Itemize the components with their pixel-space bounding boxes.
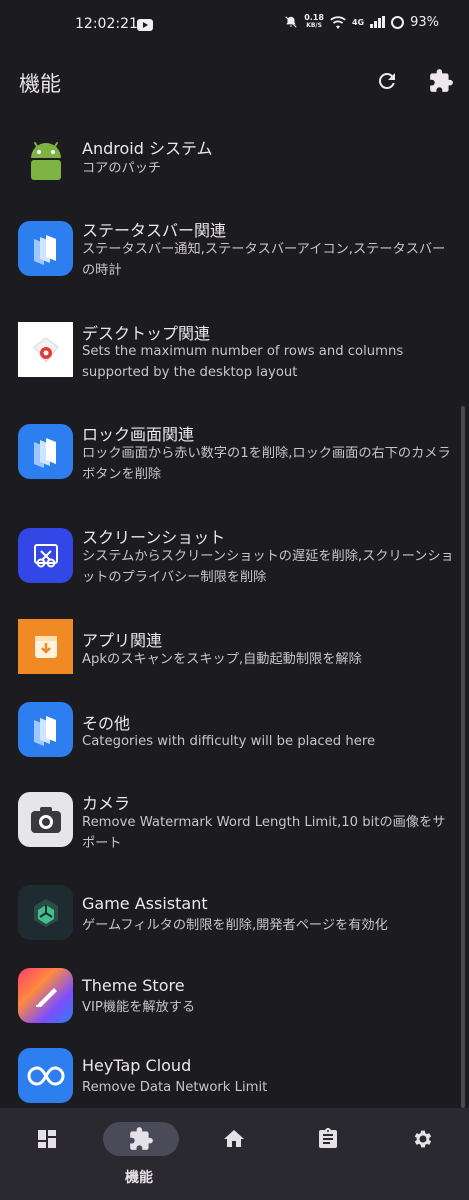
list-item-game-assistant[interactable]: Game Assistant ゲームフィルタの制限を削除,開発者ページを有効化 — [0, 882, 460, 954]
status-time: 12:02:21 — [75, 16, 138, 32]
nav-dashboard[interactable] — [9, 1122, 85, 1156]
list-item-theme-store[interactable]: Theme Store VIP機能を解放する — [0, 964, 460, 1036]
app-install-icon — [18, 619, 73, 674]
mute-icon — [285, 16, 297, 28]
list-item-others[interactable]: その他 Categories with difficulty will be p… — [0, 698, 460, 770]
list-item-apps[interactable]: アプリ関連 Apkのスキャンをスキップ,自動起動制限を解除 — [0, 616, 460, 688]
item-description: コアのパッチ — [82, 161, 162, 176]
puzzle-icon — [430, 69, 453, 92]
cloud-icon — [18, 1048, 73, 1103]
nav-features[interactable] — [103, 1122, 179, 1156]
battery-icon — [391, 15, 405, 29]
item-title: スクリーンショット — [82, 528, 226, 547]
item-description: ロック画面から赤い数字の1を削除,ロック画面の右下のカメラボタンを削除 — [82, 446, 451, 482]
list-item-heytap-cloud[interactable]: HeyTap Cloud Remove Data Network Limit — [0, 1044, 460, 1116]
gear-icon — [414, 1130, 432, 1148]
list-item-android-system[interactable]: Android システム コアのパッチ — [0, 118, 460, 202]
nav-settings[interactable] — [384, 1122, 460, 1156]
game-assistant-icon — [18, 885, 73, 940]
bottom-navigation: 機能 — [0, 1108, 469, 1200]
page-title: 機能 — [19, 72, 61, 96]
nav-home[interactable] — [196, 1122, 272, 1156]
item-title: HeyTap Cloud — [82, 1056, 192, 1075]
list-item-camera[interactable]: カメラ Remove Watermark Word Length Limit,1… — [0, 780, 460, 872]
net-speed: 0.18 KB/S — [304, 13, 324, 30]
refresh-button[interactable] — [370, 64, 404, 98]
launcher-icon — [18, 322, 73, 377]
item-title: Game Assistant — [82, 894, 208, 913]
camera-icon — [18, 792, 73, 847]
scrollbar[interactable] — [461, 406, 465, 1108]
item-description: ステータスバー通知,ステータスバーアイコン,ステータスバーの時計 — [82, 242, 446, 278]
plugin-button[interactable] — [424, 64, 458, 98]
status-bar: 12:02:21 0.18 KB/S 4G 93% — [0, 0, 469, 54]
app-screen: 12:02:21 0.18 KB/S 4G 93% 機能 Android システ… — [0, 0, 469, 1200]
item-title: Theme Store — [82, 976, 185, 995]
item-description: Remove Watermark Word Length Limit,10 bi… — [82, 815, 446, 851]
dashboard-icon — [38, 1130, 56, 1148]
item-description: Remove Data Network Limit — [82, 1080, 268, 1095]
network-type: 4G — [351, 17, 365, 27]
nav-features-label: 機能 — [125, 1170, 153, 1186]
item-description: Categories with difficulty will be place… — [82, 734, 376, 749]
list-item-screenshot[interactable]: スクリーンショット システムからスクリーンショットの遅延を削除,スクリーンショッ… — [0, 512, 460, 604]
signal-icon — [370, 16, 386, 28]
youtube-icon — [137, 19, 153, 31]
list-item-lockscreen[interactable]: ロック画面関連 ロック画面から赤い数字の1を削除,ロック画面の右下のカメラボタン… — [0, 410, 460, 502]
status-icons: 0.18 KB/S 4G 93% — [284, 14, 439, 30]
item-description: Apkのスキャンをスキップ,自動起動制限を解除 — [82, 652, 362, 667]
blue-cards-icon — [18, 221, 73, 276]
screenshot-icon — [18, 528, 73, 583]
list-item-desktop[interactable]: デスクトップ関連 Sets the maximum number of rows… — [0, 308, 460, 400]
android-icon — [18, 130, 73, 185]
theme-store-icon — [18, 968, 73, 1023]
item-title: ステータスバー関連 — [82, 221, 227, 240]
item-title: Android システム — [82, 139, 213, 158]
item-title: アプリ関連 — [82, 631, 163, 650]
blue-cards-icon — [18, 702, 73, 757]
puzzle-icon — [130, 1127, 153, 1150]
item-title: カメラ — [82, 794, 131, 813]
item-title: ロック画面関連 — [82, 425, 195, 444]
list-item-statusbar[interactable]: ステータスバー関連 ステータスバー通知,ステータスバーアイコン,ステータスバーの… — [0, 206, 460, 298]
refresh-icon — [378, 72, 395, 89]
top-app-bar: 機能 — [0, 56, 469, 106]
home-icon — [224, 1130, 244, 1147]
item-description: ゲームフィルタの制限を削除,開発者ページを有効化 — [82, 918, 388, 933]
nav-logs[interactable] — [290, 1122, 366, 1156]
item-description: VIP機能を解放する — [82, 1000, 196, 1015]
blue-cards-icon — [18, 424, 73, 479]
wifi-icon — [330, 15, 346, 29]
battery-level: 93% — [410, 14, 439, 30]
item-description: Sets the maximum number of rows and colu… — [82, 344, 404, 380]
clipboard-icon — [319, 1128, 337, 1148]
item-description: システムからスクリーンショットの遅延を削除,スクリーンショットのプライバシー制限… — [82, 549, 454, 585]
